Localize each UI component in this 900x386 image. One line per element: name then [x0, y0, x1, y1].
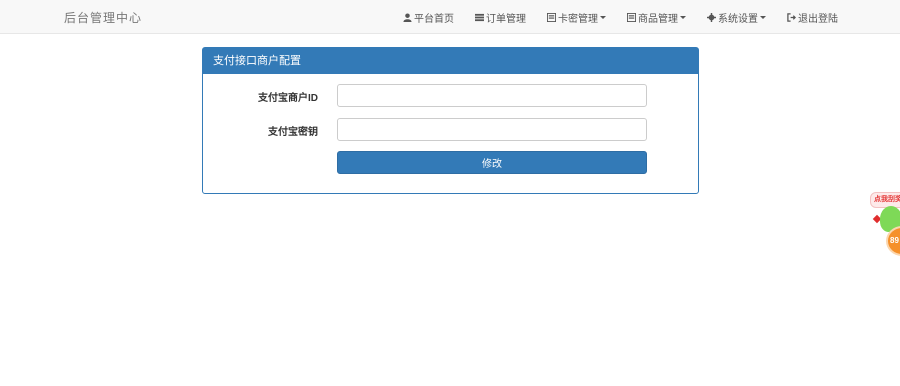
list-icon	[474, 12, 484, 22]
nav-item-label: 平台首页	[414, 13, 454, 25]
chevron-down-icon	[600, 15, 606, 19]
product-icon	[626, 12, 636, 22]
chevron-down-icon	[760, 15, 766, 19]
nav-item-products[interactable]: 商品管理	[626, 10, 686, 25]
top-navbar: 后台管理中心 平台首页 订单管理 卡密管理 商品管理 系统设置 退出登陆	[0, 0, 900, 34]
secret-key-label: 支付宝密钥	[268, 127, 318, 138]
gear-icon	[706, 12, 716, 22]
nav-item-home[interactable]: 平台首页	[402, 10, 454, 25]
merchant-id-input[interactable]	[337, 84, 647, 107]
user-icon	[402, 12, 412, 22]
brand-title[interactable]: 后台管理中心	[64, 9, 142, 26]
floating-lottery-widget[interactable]: 点我刮奖 89	[868, 190, 900, 260]
nav-item-orders[interactable]: 订单管理	[474, 10, 526, 25]
nav-item-logout[interactable]: 退出登陆	[786, 10, 838, 25]
nav-item-cards[interactable]: 卡密管理	[546, 10, 606, 25]
form-row-secret-key: 支付宝密钥	[203, 118, 698, 142]
chevron-down-icon	[680, 15, 686, 19]
nav-menu: 平台首页 订单管理 卡密管理 商品管理 系统设置 退出登陆	[382, 0, 838, 34]
lottery-tag: 点我刮奖	[870, 192, 900, 208]
nav-item-label: 卡密管理	[558, 13, 598, 25]
nav-item-label: 订单管理	[486, 13, 526, 25]
nav-item-label: 商品管理	[638, 13, 678, 25]
merchant-id-label: 支付宝商户ID	[258, 93, 318, 104]
panel-title: 支付接口商户配置	[203, 48, 698, 74]
form-row-merchant-id: 支付宝商户ID	[203, 84, 698, 108]
submit-button[interactable]: 修改	[337, 151, 647, 174]
card-icon	[546, 12, 556, 22]
nav-item-settings[interactable]: 系统设置	[706, 10, 766, 25]
nav-item-label: 系统设置	[718, 13, 758, 25]
logout-icon	[786, 12, 796, 22]
secret-key-input[interactable]	[337, 118, 647, 141]
nav-item-label: 退出登陆	[798, 13, 838, 25]
merchant-config-panel: 支付接口商户配置 支付宝商户ID 支付宝密钥 修改	[202, 47, 699, 194]
